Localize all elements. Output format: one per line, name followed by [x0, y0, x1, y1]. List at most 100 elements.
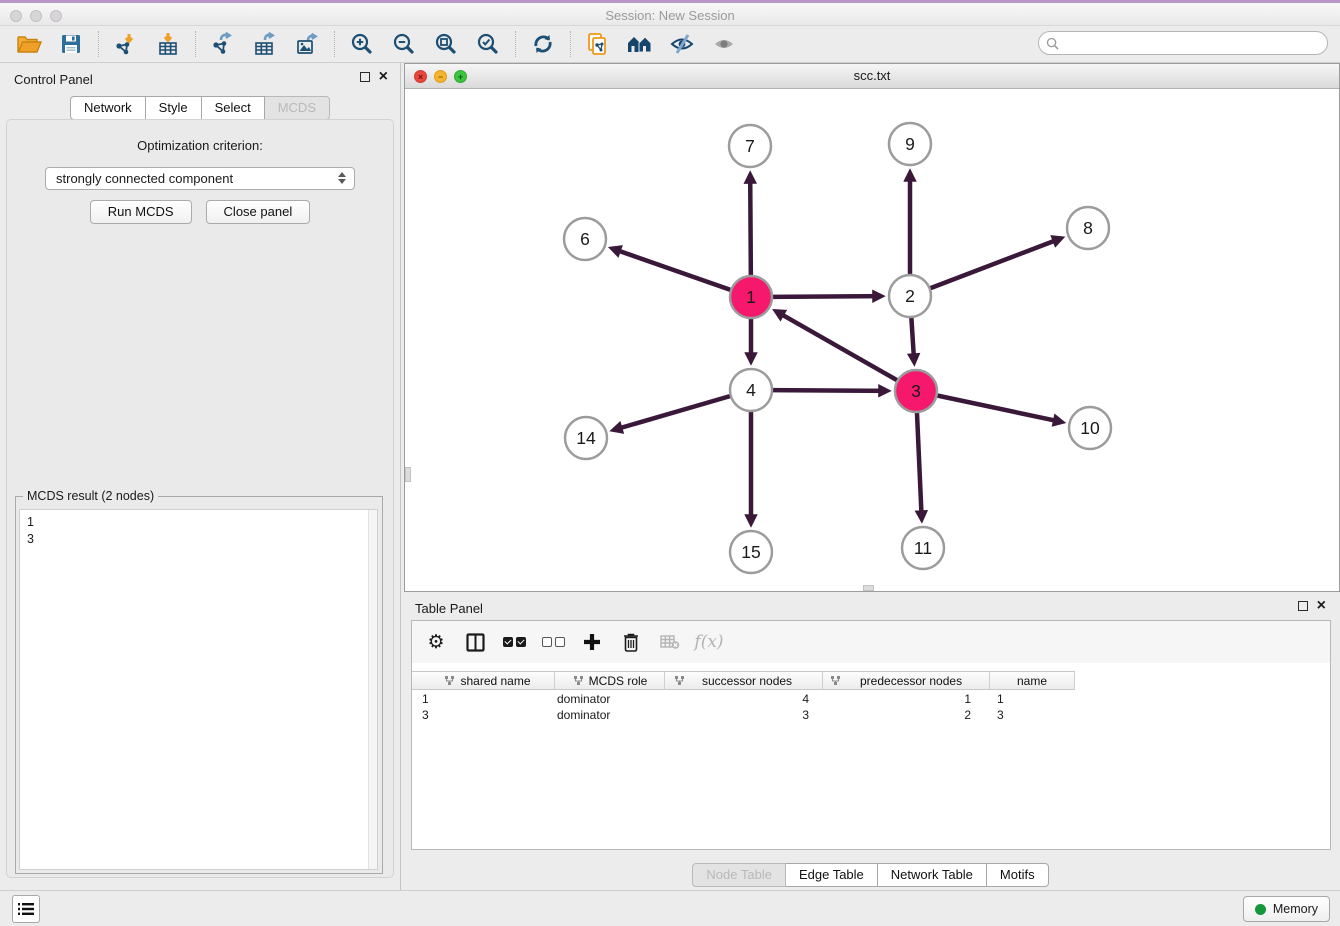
graph-node-15[interactable]: 15	[730, 531, 772, 573]
graph-edge-3-1[interactable]	[776, 311, 898, 380]
node-table: ⚙	[411, 620, 1331, 850]
close-panel-button[interactable]: Close panel	[206, 200, 311, 224]
svg-text:15: 15	[741, 542, 760, 562]
svg-text:7: 7	[745, 136, 755, 156]
graph-node-8[interactable]: 8	[1067, 207, 1109, 249]
graph-edge-1-6[interactable]	[612, 249, 731, 291]
graph-node-7[interactable]: 7	[729, 125, 771, 167]
control-panel: Control Panel × Network Style Select MCD…	[0, 63, 401, 890]
close-table-panel-icon[interactable]: ×	[1317, 601, 1326, 611]
vertical-scroll-thumb[interactable]	[405, 467, 411, 482]
network-window-title: scc.txt	[405, 68, 1339, 83]
refresh-layout-icon[interactable]	[528, 29, 558, 59]
column-header-mcds-role[interactable]: MCDS role	[555, 672, 665, 689]
svg-text:14: 14	[576, 428, 596, 448]
hide-selected-icon[interactable]	[667, 29, 697, 59]
column-header-name[interactable]: name	[990, 672, 1075, 689]
delete-column-icon[interactable]	[619, 630, 643, 654]
criterion-dropdown[interactable]: strongly connected component	[45, 167, 355, 190]
svg-text:4: 4	[746, 380, 756, 400]
table-row[interactable]: 1dominator411	[412, 691, 1330, 707]
add-column-icon[interactable]	[580, 630, 604, 654]
table-panel-title: Table Panel	[415, 601, 483, 616]
list-icon	[18, 902, 34, 916]
tab-motifs[interactable]: Motifs	[987, 863, 1049, 887]
mcds-result-values: 1 3	[27, 514, 34, 548]
zoom-selected-icon[interactable]	[473, 29, 503, 59]
graph-edge-3-10[interactable]	[937, 395, 1062, 422]
control-panel-tabs: Network Style Select MCDS	[0, 96, 400, 120]
svg-text:9: 9	[905, 134, 915, 154]
sort-icon	[574, 676, 584, 685]
horizontal-scroll-thumb[interactable]	[863, 585, 874, 591]
show-panels-button[interactable]	[12, 895, 40, 923]
export-network-icon[interactable]	[208, 29, 238, 59]
network-canvas[interactable]: 7 9 6 8 1 2 4 3 14 10 15 11	[405, 89, 1339, 591]
deselect-checkboxes-icon[interactable]	[541, 630, 565, 654]
open-folder-icon[interactable]	[14, 29, 44, 59]
sort-icon	[675, 676, 685, 685]
network-window-titlebar[interactable]: × − + scc.txt	[405, 64, 1339, 89]
column-header-predecessor-nodes[interactable]: predecessor nodes	[823, 672, 990, 689]
save-icon[interactable]	[56, 29, 86, 59]
export-table-icon[interactable]	[250, 29, 280, 59]
graph-edge-2-3[interactable]	[911, 317, 914, 362]
graph-edge-4-14[interactable]	[614, 396, 731, 430]
duplicate-network-icon[interactable]	[583, 29, 613, 59]
graph-node-14[interactable]: 14	[565, 417, 607, 459]
tab-mcds[interactable]: MCDS	[265, 96, 330, 120]
tab-node-table[interactable]: Node Table	[692, 863, 786, 887]
graph-edge-3-11[interactable]	[917, 412, 922, 519]
dropdown-stepper-icon	[338, 172, 346, 184]
select-all-checkboxes-icon[interactable]	[502, 630, 526, 654]
graph-edge-1-7[interactable]	[750, 175, 751, 276]
zoom-fit-icon[interactable]	[431, 29, 461, 59]
export-image-icon[interactable]	[292, 29, 322, 59]
application-window: Session: New Session	[0, 0, 1340, 926]
float-panel-icon[interactable]	[360, 72, 370, 82]
graph-node-3[interactable]: 3	[895, 370, 937, 412]
graph-edge-2-8[interactable]	[930, 238, 1061, 288]
search-field[interactable]	[1038, 31, 1328, 55]
session-title: Session: New Session	[0, 8, 1340, 23]
import-table-icon[interactable]	[153, 29, 183, 59]
column-header-successor-nodes[interactable]: successor nodes	[665, 672, 823, 689]
tab-select[interactable]: Select	[202, 96, 265, 120]
tab-network[interactable]: Network	[70, 96, 146, 120]
float-table-panel-icon[interactable]	[1298, 601, 1308, 611]
zoom-out-icon[interactable]	[389, 29, 419, 59]
run-mcds-button[interactable]: Run MCDS	[90, 200, 192, 224]
graph-node-9[interactable]: 9	[889, 123, 931, 165]
column-header-shared-name[interactable]: shared name	[412, 672, 555, 689]
graph-node-4[interactable]: 4	[730, 369, 772, 411]
zoom-in-icon[interactable]	[347, 29, 377, 59]
graph-edge-1-2[interactable]	[772, 296, 881, 297]
graph-node-2[interactable]: 2	[889, 275, 931, 317]
mcds-result-area[interactable]: 1 3	[19, 509, 378, 870]
graph-edge-4-3[interactable]	[772, 390, 887, 391]
tab-network-table[interactable]: Network Table	[878, 863, 987, 887]
toolbar-separator	[334, 31, 335, 57]
optimization-criterion-label: Optimization criterion:	[7, 138, 393, 153]
memory-button[interactable]: Memory	[1243, 896, 1330, 922]
show-all-icon[interactable]	[709, 29, 739, 59]
tab-edge-table[interactable]: Edge Table	[786, 863, 878, 887]
result-scrollbar[interactable]	[368, 510, 377, 869]
graph-node-11[interactable]: 11	[902, 527, 944, 569]
import-network-icon[interactable]	[111, 29, 141, 59]
table-header-row: shared name MCDS role successor nodes	[412, 671, 1075, 690]
table-row[interactable]: 3dominator323	[412, 707, 1330, 723]
gear-icon[interactable]: ⚙	[424, 630, 448, 654]
column-layout-icon[interactable]	[463, 630, 487, 654]
graph-node-6[interactable]: 6	[564, 218, 606, 260]
first-neighbors-icon[interactable]	[625, 29, 655, 59]
mcds-panel: Optimization criterion: strongly connect…	[6, 119, 394, 878]
svg-text:10: 10	[1080, 418, 1100, 438]
tab-style[interactable]: Style	[146, 96, 202, 120]
network-view-window: × − + scc.txt 7 9 6 8 1 2 4 3 14 10 15 11	[404, 63, 1340, 592]
search-input[interactable]	[1063, 36, 1327, 50]
graph-node-1[interactable]: 1	[730, 276, 772, 318]
close-panel-icon[interactable]: ×	[379, 72, 388, 82]
sort-icon	[445, 676, 455, 685]
graph-node-10[interactable]: 10	[1069, 407, 1111, 449]
